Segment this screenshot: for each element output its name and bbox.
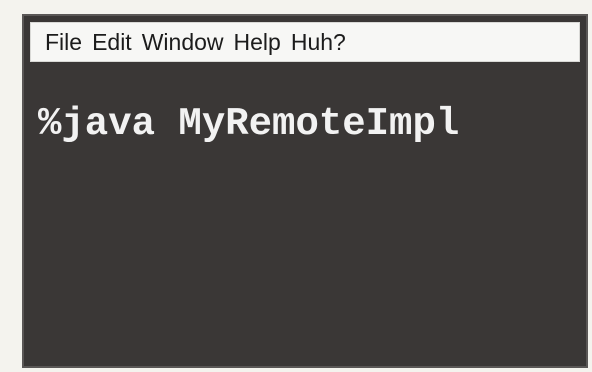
menu-huh[interactable]: Huh? — [291, 29, 346, 56]
menu-edit[interactable]: Edit — [92, 29, 132, 56]
prompt-symbol: % — [38, 102, 62, 146]
menu-bar: File Edit Window Help Huh? — [30, 22, 580, 62]
command-text: java MyRemoteImpl — [61, 102, 460, 146]
menu-help[interactable]: Help — [234, 29, 281, 56]
terminal-window: File Edit Window Help Huh? %java MyRemot… — [22, 14, 588, 368]
menu-window[interactable]: Window — [142, 29, 224, 56]
terminal-output[interactable]: %java MyRemoteImpl — [38, 102, 459, 146]
menu-file[interactable]: File — [45, 29, 82, 56]
